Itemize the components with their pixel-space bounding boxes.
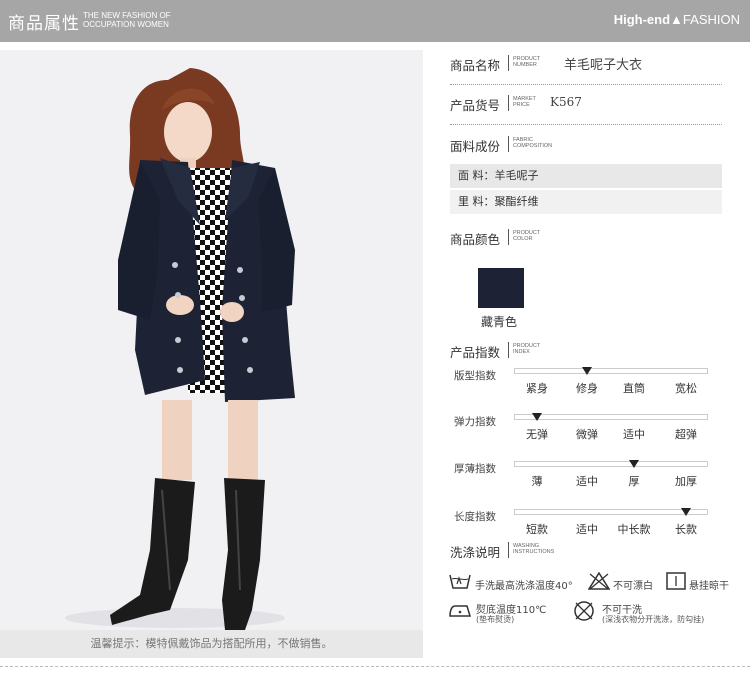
photo-note: 温馨提示：模特佩戴饰品为搭配所用，不做销售。 — [0, 630, 423, 658]
index-option: 微弹 — [576, 428, 598, 441]
fabric-label: 面料成份 — [450, 139, 501, 154]
wash-temp-text: 手洗最高洗涤温度40° — [475, 581, 573, 592]
index-option: 短款 — [526, 523, 548, 536]
dotted-divider — [450, 124, 722, 125]
section-subtitle-line2: OCCUPATION WOMEN — [83, 20, 169, 29]
index-sub2: INDEX — [513, 349, 530, 355]
fabric-outer-row: 面 料：羊毛呢子 — [450, 164, 722, 188]
index-row-label: 弹力指数 — [454, 416, 496, 428]
washing-sub2: INSTRUCTIONS — [513, 549, 555, 555]
hand-wash-icon — [449, 574, 471, 589]
index-option: 中长款 — [617, 523, 651, 536]
index-option: 紧身 — [526, 382, 548, 395]
triangle-up-icon: ▲ — [670, 12, 683, 27]
index-option: 适中 — [623, 428, 645, 441]
header-bar: 商品属性 THE NEW FASHION OF OCCUPATION WOMEN… — [0, 0, 750, 42]
color-label: 商品颜色 — [450, 232, 501, 247]
divider — [508, 229, 509, 245]
fabric-inner-row: 里 料：聚酯纤维 — [450, 190, 722, 214]
iron-icon — [449, 605, 472, 617]
no-dry-clean-icon — [574, 601, 594, 621]
index-marker-icon — [681, 508, 691, 516]
divider — [508, 95, 509, 111]
product-name-label: 商品名称 — [450, 58, 501, 73]
index-marker-icon — [532, 413, 542, 421]
divider — [508, 55, 509, 71]
index-option: 修身 — [576, 382, 598, 395]
index-option: 直筒 — [623, 382, 645, 395]
color-swatch[interactable] — [478, 268, 524, 308]
index-row-label: 版型指数 — [454, 370, 496, 382]
washing-sub: WASHING INSTRUCTIONS — [513, 543, 554, 555]
section-subtitle: THE NEW FASHION OF OCCUPATION WOMEN — [83, 11, 171, 29]
product-code-value: K567 — [550, 95, 582, 109]
index-label: 产品指数 — [450, 345, 501, 360]
divider — [508, 542, 509, 558]
index-scale-bar — [514, 509, 708, 515]
section-title: 商品属性 — [8, 14, 80, 34]
index-option: 长款 — [675, 523, 697, 536]
iron-note: (垫布熨烫) — [476, 615, 515, 624]
index-option: 薄 — [531, 475, 543, 488]
index-option: 加厚 — [675, 475, 697, 488]
no-dry-clean-note: (深浅衣物分开洗涤，防勾挂) — [602, 615, 705, 624]
color-name: 藏青色 — [481, 315, 518, 329]
product-name-value: 羊毛呢子大衣 — [564, 58, 643, 73]
product-name-sub: PRODUCT NUMBER — [513, 56, 540, 68]
bottom-dashed-divider — [0, 666, 750, 667]
washing-label: 洗涤说明 — [450, 545, 501, 560]
index-option: 适中 — [576, 475, 598, 488]
index-sub: PRODUCT INDEX — [513, 343, 540, 355]
no-bleach-icon — [588, 572, 610, 590]
color-sub: PRODUCT COLOR — [513, 230, 540, 242]
index-scale-bar — [514, 368, 708, 374]
model-illustration — [65, 68, 295, 630]
brand-tag: High-end▲FASHION — [614, 12, 740, 27]
index-row-label: 长度指数 — [454, 511, 496, 523]
hang-dry-text: 悬挂晾干 — [689, 581, 729, 592]
product-code-sub: MARKET PRICE — [513, 96, 536, 108]
index-option: 适中 — [576, 523, 598, 536]
hang-dry-icon — [666, 572, 686, 590]
divider — [508, 136, 509, 152]
product-code-label: 产品货号 — [450, 98, 501, 113]
fabric-sub: FABRIC COMPOSITION — [513, 137, 552, 149]
index-option: 宽松 — [675, 382, 697, 395]
index-option: 无弹 — [526, 428, 548, 441]
section-subtitle-line1: THE NEW FASHION OF — [83, 11, 171, 20]
index-marker-icon — [582, 367, 592, 375]
index-scale-bar — [514, 461, 708, 467]
index-scale-bar — [514, 414, 708, 420]
index-option: 厚 — [628, 475, 640, 488]
brand-tag-a: High-end — [613, 12, 671, 27]
product-name-sub2: NUMBER — [513, 62, 537, 68]
color-sub2: COLOR — [513, 236, 533, 242]
dotted-divider — [450, 84, 722, 85]
brand-tag-b: FASHION — [682, 12, 740, 27]
model-photo — [0, 50, 423, 658]
fabric-sub2: COMPOSITION — [513, 143, 553, 149]
index-marker-icon — [629, 460, 639, 468]
no-bleach-text: 不可漂白 — [613, 581, 653, 592]
index-row-label: 厚薄指数 — [454, 463, 496, 475]
index-option: 超弹 — [675, 428, 697, 441]
product-code-sub2: PRICE — [513, 102, 530, 108]
divider — [508, 342, 509, 358]
